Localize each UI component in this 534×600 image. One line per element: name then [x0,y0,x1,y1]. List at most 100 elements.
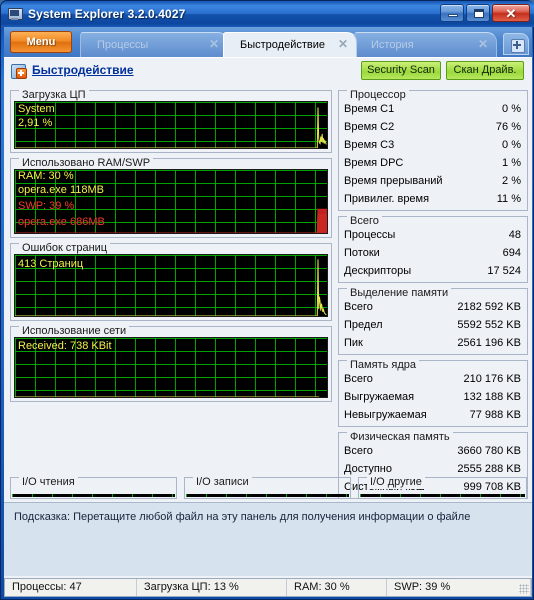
stat-value: 3660 780 KB [457,445,521,457]
io-read-title: I/O чтения [19,476,78,489]
stat-key: Невыгружаемая [344,409,427,421]
stat-value: 5592 552 KB [457,319,521,331]
tab-close-icon[interactable]: ✕ [478,37,488,51]
stat-value: 132 188 KB [463,391,522,403]
client-area: Быстродействие Security Scan Скан Драйв.… [4,57,532,597]
drive-scan-button[interactable]: Скан Драйв. [446,61,524,80]
stat-key: Время C2 [344,121,395,133]
stat-value: 2 % [502,175,521,187]
page-title[interactable]: Быстродействие [32,63,134,77]
stat-row: Выгружаемая 132 188 KB [339,388,527,406]
menu-button[interactable]: Menu [10,31,72,53]
stat-value: 694 [502,247,521,259]
tab-processes[interactable]: Процессы ✕ [80,32,228,57]
tab-close-icon[interactable]: ✕ [338,37,348,51]
stat-row: Всего 210 176 KB [339,370,527,388]
maximize-icon [474,9,484,18]
page-header: Быстродействие Security Scan Скан Драйв. [4,58,532,84]
io-read-group: I/O чтения [10,476,177,499]
hint-text: Подсказка: Перетащите любой файл на эту … [14,511,471,523]
stat-value: 0 % [502,139,521,151]
network-usage-group: Использование сети Received: 738 KBit [10,325,332,402]
stat-row: Время прерываний 2 % [339,172,527,190]
stat-value: 17 524 [487,265,521,277]
stat-key: Всего [344,301,373,313]
stat-key: Предел [344,319,383,331]
ram-label-pct: RAM: 30 % [18,170,74,182]
stat-value: 2182 592 KB [457,301,521,313]
stat-row: Дескрипторы 17 524 [339,262,527,280]
window-controls: ✕ [439,3,531,23]
cpu-graph-label-process: System [18,103,55,115]
status-bar: Процессы: 47 Загрузка ЦП: 13 % RAM: 30 %… [4,578,532,597]
window-title: System Explorer 3.2.0.4027 [28,7,186,21]
totals-stats-group: Всего Процессы 48 Потоки 694 Дескрипторы… [338,215,528,283]
stat-row: Процессы 48 [339,226,527,244]
stat-row: Потоки 694 [339,244,527,262]
performance-icon [11,63,27,79]
window-frame: System Explorer 3.2.0.4027 ✕ Menu Процес… [0,0,534,600]
tab-strip: Menu Процессы ✕ Быстродействие ✕ История… [4,27,532,57]
io-write-graph [186,494,349,497]
stat-row: Пик 2561 196 KB [339,334,527,352]
minimize-button[interactable] [440,4,464,22]
network-received-label: Received: 738 KBit [18,340,112,352]
title-bar[interactable]: System Explorer 3.2.0.4027 ✕ [1,1,534,27]
cpu-usage-group: Загрузка ЦП System 2,91 % [10,89,332,153]
stat-value: 77 988 KB [469,409,521,421]
stat-row: Предел 5592 552 KB [339,316,527,334]
ram-label-process: opera.exe 118MB [18,184,105,196]
stat-row: Всего 2182 592 KB [339,298,527,316]
stat-row: Время C2 76 % [339,118,527,136]
status-cpu: Загрузка ЦП: 13 % [137,579,287,596]
page-faults-group: Ошибок страниц 413 Страниц [10,242,332,321]
tab-close-icon[interactable]: ✕ [209,37,219,51]
stat-key: Время прерываний [344,175,443,187]
stat-key: Привилег. время [344,193,430,205]
hint-panel[interactable]: Подсказка: Перетащите любой файл на эту … [4,502,532,576]
stat-row: Время DPC 1 % [339,154,527,172]
ram-swp-graph: RAM: 30 % opera.exe 118MB SWP: 39 % oper… [14,169,328,234]
ram-swp-group: Использовано RAM/SWP RAM: 30 % opera.exe… [10,157,332,238]
stat-key: Время C1 [344,103,395,115]
tab-history[interactable]: История ✕ [354,32,497,57]
page-faults-label: 413 Страниц [18,258,84,270]
stat-value: 210 176 KB [463,373,522,385]
status-swp: SWP: 39 % [387,579,531,596]
page-faults-graph: 413 Страниц [14,254,328,317]
swp-label-process: opera.exe 686MB [18,216,105,228]
close-button[interactable]: ✕ [492,4,530,22]
stat-row: Всего 3660 780 KB [339,442,527,460]
stat-key: Пик [344,337,363,349]
io-write-title: I/O записи [193,476,252,489]
stat-row: Привилег. время 11 % [339,190,527,208]
stat-value: 2561 196 KB [457,337,521,349]
stat-key: Всего [344,373,373,385]
resize-grip-icon[interactable] [519,584,529,594]
stat-key: Процессы [344,229,396,241]
plus-icon [511,39,525,53]
system-explorer-window: System Explorer 3.2.0.4027 ✕ Menu Процес… [0,0,534,600]
stat-row: Невыгружаемая 77 988 KB [339,406,527,424]
io-other-graph [360,494,525,497]
app-icon [7,6,23,22]
memory-commit-group: Выделение памяти Всего 2182 592 KB Преде… [338,287,528,355]
stat-value: 0 % [502,103,521,115]
maximize-button[interactable] [466,4,490,22]
stat-value: 2555 288 KB [457,463,521,475]
new-tab-button[interactable] [503,33,529,55]
stat-key: Время DPC [344,157,404,169]
tab-label: История [371,39,414,51]
tab-performance[interactable]: Быстродействие ✕ [223,32,357,57]
tab-label: Процессы [97,39,149,51]
io-write-group: I/O записи [184,476,351,499]
security-scan-button[interactable]: Security Scan [361,61,441,80]
stat-value: 76 % [495,121,521,133]
network-usage-graph: Received: 738 KBit [14,337,328,398]
stat-row: Время C1 0 % [339,100,527,118]
processor-stats-group: Процессор Время C1 0 % Время C2 76 % Вре… [338,89,528,211]
cpu-graph-label-value: 2,91 % [18,117,53,129]
stat-key: Потоки [344,247,380,259]
io-other-group: I/O другие [358,476,527,499]
stat-key: Всего [344,445,373,457]
